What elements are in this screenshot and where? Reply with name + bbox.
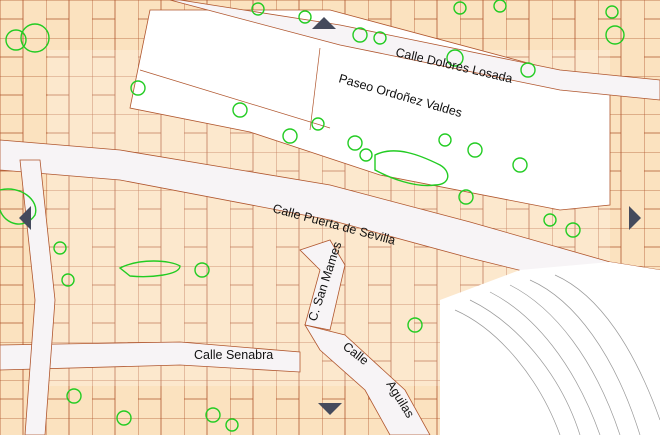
label-senabra: Calle Senabra bbox=[194, 348, 273, 362]
cadastral-map[interactable]: Calle Dolores Losada Paseo Ordoñez Valde… bbox=[0, 0, 660, 435]
hillside bbox=[440, 262, 660, 435]
